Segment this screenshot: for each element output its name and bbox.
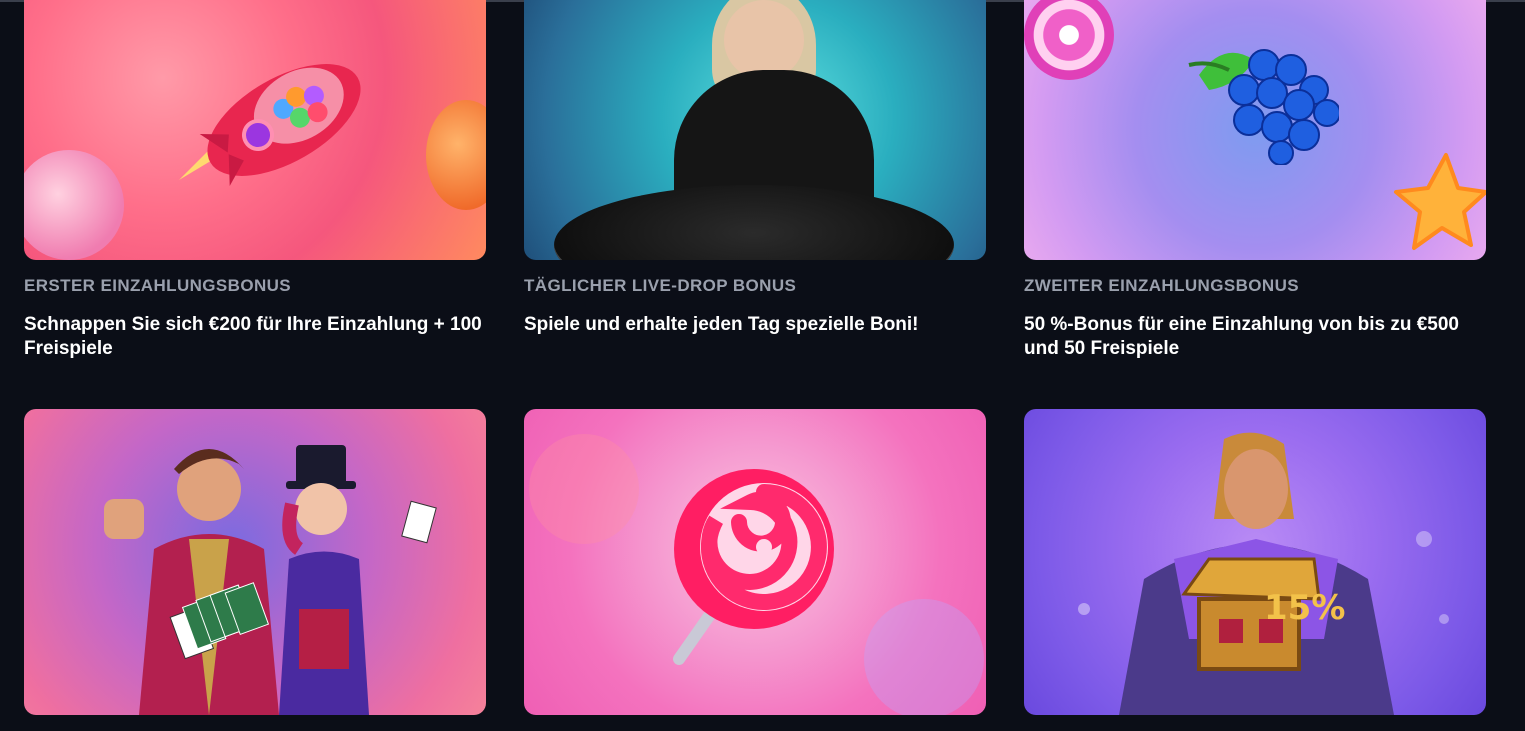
- live-dealer-banner-image[interactable]: [524, 0, 986, 260]
- rocket-icon: [179, 64, 361, 186]
- rocket-banner-image[interactable]: [24, 0, 486, 260]
- promo-card-second-deposit[interactable]: ZWEITER EINZAHLUNGSBONUS 50 %-Bonus für …: [1024, 0, 1486, 361]
- magicians-banner-image[interactable]: [24, 409, 486, 715]
- roulette-wheel-icon: [554, 185, 954, 260]
- warrior-treasure-icon: 15%: [1078, 432, 1449, 715]
- promo-card-warrior[interactable]: 15%: [1024, 409, 1486, 715]
- grapes-icon: [1188, 49, 1339, 165]
- promo-category: TÄGLICHER LIVE-DROP BONUS: [524, 276, 797, 295]
- promotions-grid-row-2: 15%: [24, 409, 1486, 715]
- dealer-face-shape: [724, 0, 804, 80]
- promo-card-magicians[interactable]: [24, 409, 486, 715]
- star-candy-icon: [1394, 153, 1486, 250]
- svg-text:15%: 15%: [1264, 588, 1345, 628]
- promo-category: ZWEITER EINZAHLUNGSBONUS: [1024, 276, 1299, 295]
- candy-swirl-decoration: [1024, 0, 1114, 80]
- balloon-decoration: [426, 100, 486, 210]
- promo-card-lollipop[interactable]: [524, 409, 986, 715]
- promo-card-live-drop[interactable]: TÄGLICHER LIVE-DROP BONUS Spiele und erh…: [524, 0, 986, 361]
- promo-headline[interactable]: 50 %-Bonus für eine Einzahlung von bis z…: [1024, 313, 1486, 361]
- promotions-grid-row-1: ERSTER EINZAHLUNGSBONUS Schnappen Sie si…: [24, 0, 1486, 361]
- fruit-banner-image[interactable]: [1024, 0, 1486, 260]
- magicians-icon: [104, 445, 437, 715]
- candy-blob-decoration: [24, 150, 124, 260]
- promo-headline[interactable]: Schnappen Sie sich €200 für Ihre Einzahl…: [24, 313, 486, 361]
- promo-category: ERSTER EINZAHLUNGSBONUS: [24, 276, 292, 295]
- promo-headline[interactable]: Spiele und erhalte jeden Tag spezielle B…: [524, 313, 986, 337]
- promo-card-first-deposit[interactable]: ERSTER EINZAHLUNGSBONUS Schnappen Sie si…: [24, 0, 486, 361]
- lollipop-icon: [529, 434, 984, 715]
- warrior-banner-image[interactable]: 15%: [1024, 409, 1486, 715]
- lollipop-banner-image[interactable]: [524, 409, 986, 715]
